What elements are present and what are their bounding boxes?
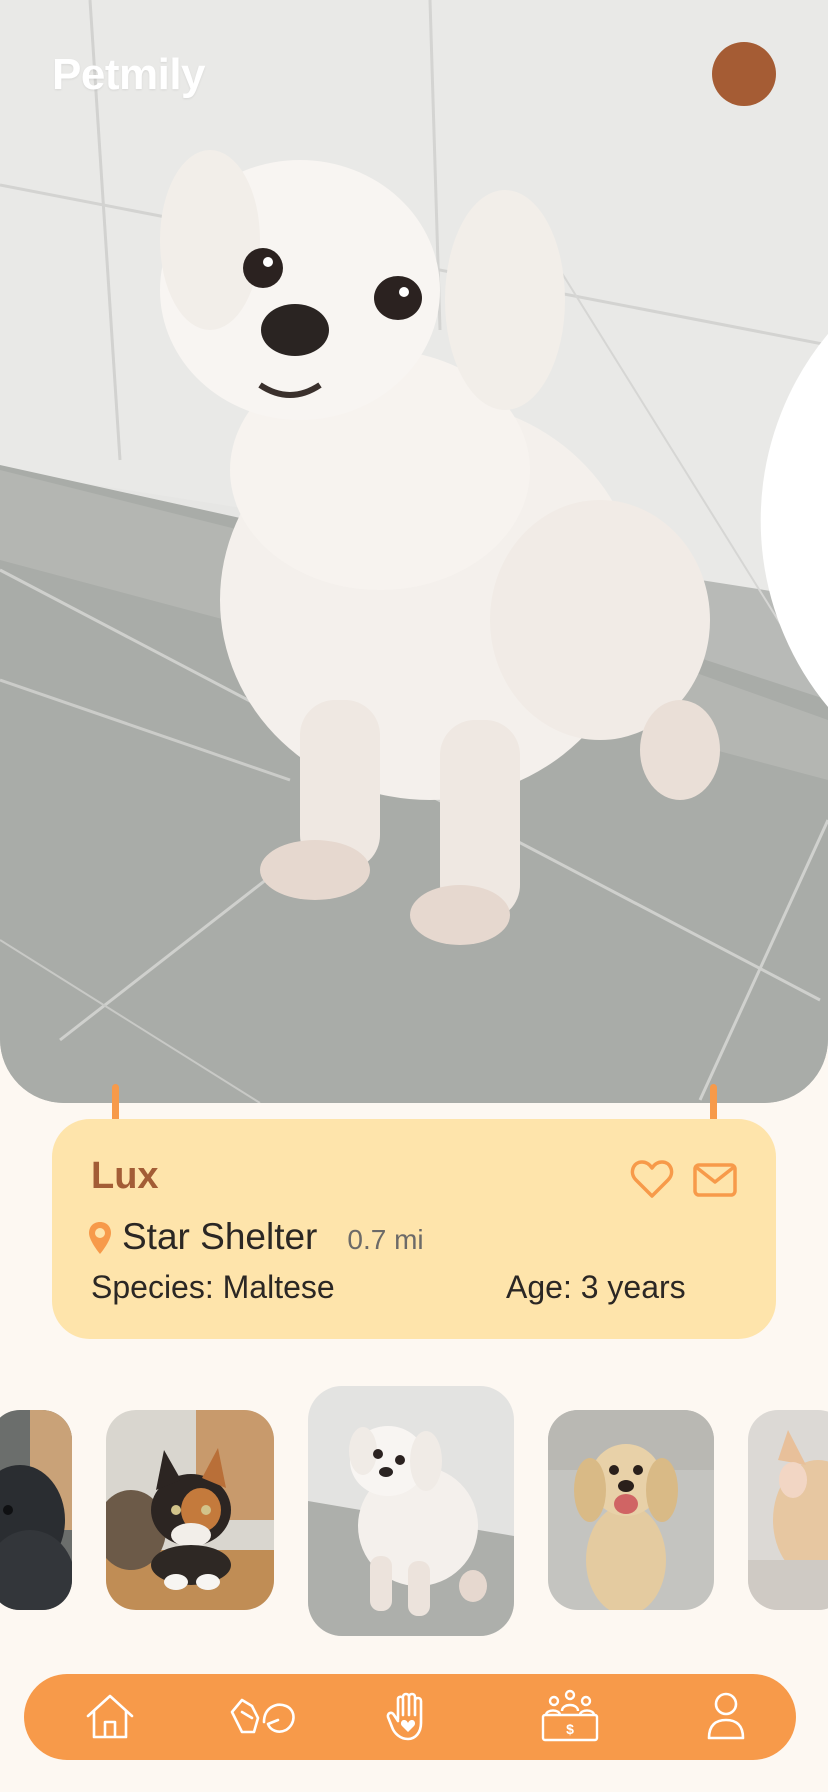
shelter-distance: 0.7 mi <box>347 1224 424 1255</box>
nav-volunteer[interactable] <box>380 1688 440 1744</box>
pet-thumbnail-cocker-spaniel[interactable] <box>548 1410 714 1610</box>
pet-species: Species: Maltese <box>91 1269 335 1305</box>
app-brand: Petmily <box>52 50 206 99</box>
favorite-heart-icon[interactable] <box>630 1159 674 1199</box>
black-dog-thumbnail-image <box>0 1410 72 1610</box>
donation-icon: $ <box>541 1689 599 1742</box>
pet-name: Lux <box>91 1155 159 1197</box>
pet-thumbnail-orange-cat[interactable] <box>748 1410 828 1610</box>
svg-text:$: $ <box>566 1721 574 1737</box>
orange-cat-thumbnail-image <box>748 1410 828 1610</box>
shelter-location-row: Star Shelter 0.7 mi <box>88 1215 424 1258</box>
bottom-navigation-bar: $ <box>24 1674 796 1760</box>
shelter-name[interactable]: Star Shelter <box>122 1216 317 1258</box>
profile-icon <box>707 1692 745 1740</box>
search-icon <box>760 333 828 707</box>
search-button[interactable] <box>712 42 828 707</box>
raised-hand-heart-icon <box>386 1692 423 1741</box>
pet-thumbnail-kitten[interactable] <box>106 1410 274 1610</box>
home-icon <box>86 1694 134 1739</box>
pet-thumbnail-maltese-selected[interactable] <box>308 1386 514 1636</box>
cocker-spaniel-thumbnail-image <box>548 1410 714 1610</box>
message-mail-icon[interactable] <box>693 1163 737 1197</box>
nav-adopt[interactable] <box>228 1688 300 1744</box>
hero-pet-photo: Petmily <box>0 0 828 1103</box>
kitten-thumbnail-image <box>106 1410 274 1610</box>
pet-thumbnail-black-dog[interactable] <box>0 1410 72 1610</box>
maltese-thumbnail-image <box>308 1386 514 1636</box>
hero-photo-illustration <box>0 0 828 1103</box>
pet-age: Age: 3 years <box>506 1269 686 1305</box>
nav-donate[interactable]: $ <box>540 1688 600 1744</box>
nav-home[interactable] <box>80 1688 140 1744</box>
pet-hand-icon <box>230 1698 295 1734</box>
pet-info-card: Lux Star Shelter 0.7 mi Species: Maltese… <box>52 1119 776 1339</box>
nav-profile[interactable] <box>696 1688 756 1744</box>
location-pin-icon <box>89 1222 111 1254</box>
